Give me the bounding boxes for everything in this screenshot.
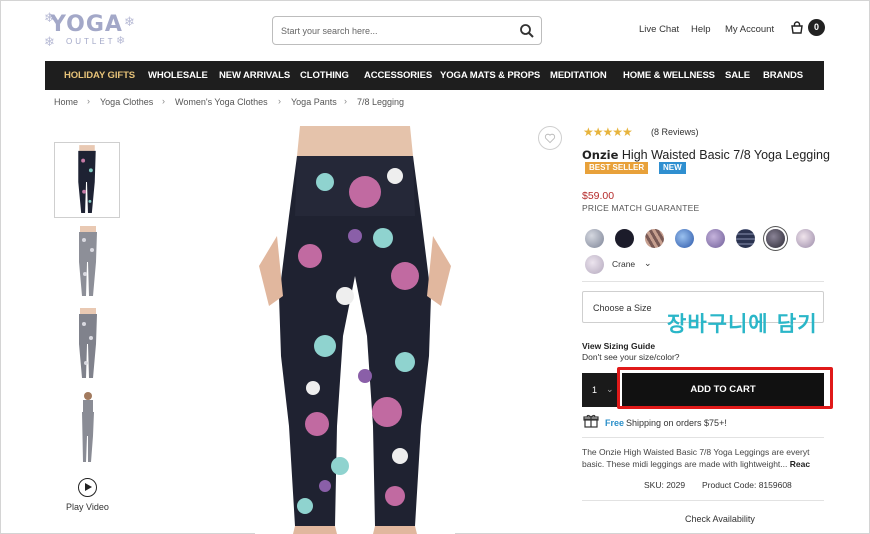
- nav-item-meditation[interactable]: MEDITATION: [550, 70, 607, 81]
- thumbnail-front[interactable]: [54, 142, 120, 218]
- nav-item-new-arrivals[interactable]: NEW ARRIVALS: [219, 70, 290, 81]
- breadcrumb-womens-yoga-clothes[interactable]: Women's Yoga Clothes: [175, 97, 268, 107]
- play-icon: [85, 483, 92, 491]
- product-code: Product Code: 8159608: [702, 480, 792, 490]
- price-match-guarantee[interactable]: PRICE MATCH GUARANTEE: [582, 203, 699, 213]
- live-chat-link[interactable]: Live Chat: [639, 24, 679, 35]
- snowflake-icon: ❄: [124, 14, 135, 29]
- color-swatch[interactable]: [585, 255, 604, 274]
- nav-item-yoga-mats-props[interactable]: YOGA MATS & PROPS: [440, 70, 540, 81]
- play-video-button[interactable]: [78, 478, 97, 497]
- chevron-right-icon: ›: [278, 96, 281, 106]
- breadcrumb-current: 7/8 Legging: [357, 97, 405, 107]
- play-video-label[interactable]: Play Video: [66, 502, 109, 512]
- thumbnail-side[interactable]: [54, 308, 120, 384]
- dont-see-size-link[interactable]: Don't see your size/color?: [582, 352, 680, 362]
- color-swatch[interactable]: [645, 229, 664, 248]
- read-more-link[interactable]: Reac: [790, 459, 810, 469]
- color-swatch[interactable]: [675, 229, 694, 248]
- nav-item-wholesale[interactable]: WHOLESALE: [148, 70, 208, 81]
- sku: SKU: 2029: [644, 480, 686, 490]
- breadcrumb-home[interactable]: Home: [54, 97, 78, 107]
- product-price: $59.00: [582, 190, 615, 202]
- description-line: The Onzie High Waisted Basic 7/8 Yoga Le…: [582, 447, 810, 457]
- my-account-link[interactable]: My Account: [725, 24, 774, 35]
- snowflake-icon: ❄: [44, 34, 55, 49]
- breadcrumb-yoga-pants[interactable]: Yoga Pants: [291, 97, 337, 107]
- nav-item-home-wellness[interactable]: HOME & WELLNESS: [623, 70, 715, 81]
- product-brand: Onzie: [582, 148, 619, 162]
- shipping-free-label: Free: [605, 418, 625, 428]
- divider: [582, 437, 824, 438]
- logo-subtext: OUTLET: [66, 37, 116, 46]
- cart-icon[interactable]: [790, 21, 804, 35]
- help-link[interactable]: Help: [691, 24, 711, 35]
- shipping-text: Shipping on orders $75+!: [626, 418, 727, 428]
- product-description: The Onzie High Waisted Basic 7/8 Yoga Le…: [582, 446, 824, 470]
- reviews-link[interactable]: (8 Reviews): [651, 127, 699, 137]
- cart-count-badge[interactable]: 0: [808, 19, 825, 36]
- nav-item-clothing[interactable]: CLOTHING: [300, 70, 349, 81]
- size-select-placeholder: Choose a Size: [593, 303, 652, 313]
- nav-item-sale[interactable]: SALE: [725, 70, 750, 81]
- chevron-right-icon: ›: [162, 96, 165, 106]
- color-swatch[interactable]: [796, 229, 815, 248]
- view-sizing-guide-link[interactable]: View Sizing Guide: [582, 341, 655, 351]
- product-name: High Waisted Basic 7/8 Yoga Legging: [621, 148, 830, 162]
- color-swatch[interactable]: [706, 229, 725, 248]
- product-main-image[interactable]: [255, 126, 455, 534]
- logo[interactable]: ❄ YOGA ❄ ❄ OUTLET ❄: [44, 10, 144, 52]
- divider: [582, 281, 824, 282]
- color-swatch-selected[interactable]: [766, 229, 785, 248]
- search-box: [272, 16, 542, 45]
- new-badge: NEW: [659, 162, 686, 174]
- chevron-right-icon: ›: [87, 96, 90, 106]
- wishlist-button[interactable]: [538, 126, 562, 150]
- breadcrumb-yoga-clothes[interactable]: Yoga Clothes: [100, 97, 153, 107]
- main-nav: HOLIDAY GIFTS WHOLESALE NEW ARRIVALS CLO…: [45, 61, 824, 90]
- search-icon[interactable]: [519, 23, 535, 39]
- color-swatch[interactable]: [585, 229, 604, 248]
- logo-text: YOGA: [50, 12, 123, 37]
- color-swatch[interactable]: [615, 229, 634, 248]
- selected-color-name: Crane: [612, 259, 636, 269]
- chevron-down-icon: ⌄: [606, 384, 614, 394]
- color-swatch[interactable]: [736, 229, 755, 248]
- best-seller-badge: BEST SELLER: [585, 162, 649, 174]
- product-title: Onzie High Waisted Basic 7/8 Yoga Leggin…: [582, 148, 830, 162]
- nav-item-holiday-gifts[interactable]: HOLIDAY GIFTS: [64, 70, 135, 81]
- chevron-down-icon[interactable]: ⌄: [644, 258, 652, 269]
- nav-item-accessories[interactable]: ACCESSORIES: [364, 70, 432, 81]
- snowflake-icon: ❄: [116, 35, 126, 47]
- rating-stars-icon: ★★★★★: [583, 125, 633, 139]
- quantity-value: 1: [592, 385, 598, 395]
- quantity-select[interactable]: 1 ⌄: [582, 373, 618, 407]
- heart-icon: [544, 133, 556, 144]
- gift-box-icon: [583, 414, 599, 428]
- check-availability-link[interactable]: Check Availability: [685, 514, 755, 524]
- description-line: basic. These midi leggings are made with…: [582, 459, 788, 469]
- annotation-caption: 장바구니에 담기: [667, 312, 818, 336]
- search-input[interactable]: [281, 23, 511, 39]
- chevron-right-icon: ›: [344, 96, 347, 106]
- add-to-cart-button[interactable]: ADD TO CART: [622, 373, 824, 407]
- nav-item-brands[interactable]: BRANDS: [763, 70, 803, 81]
- thumbnail-full-body[interactable]: [54, 390, 120, 466]
- divider: [582, 500, 824, 501]
- thumbnail-back[interactable]: [54, 226, 120, 302]
